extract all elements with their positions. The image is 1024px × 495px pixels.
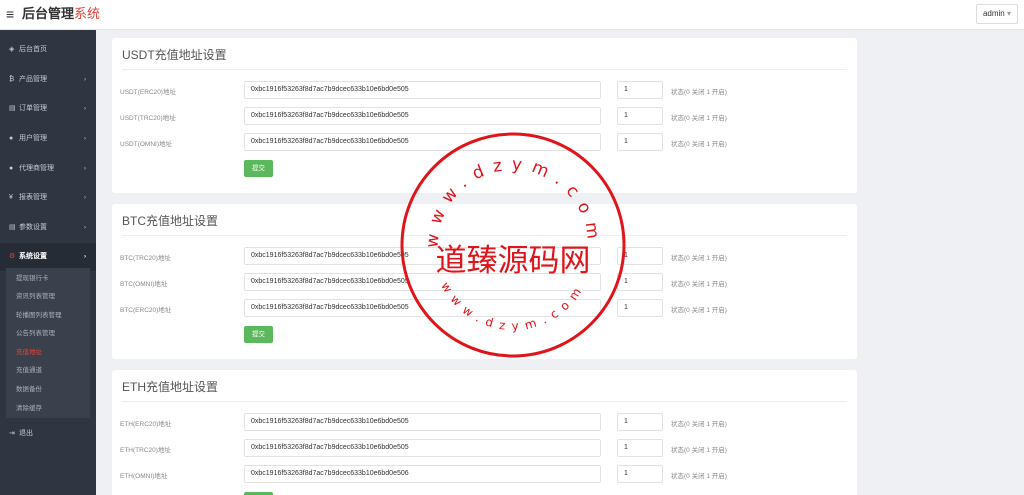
status-input[interactable]: 1 xyxy=(617,299,663,317)
dashboard-icon: ◈ xyxy=(9,46,15,53)
address-input[interactable]: 0xbc1916f53263f8d7ac7b9dcec633b10e6bd0e5… xyxy=(244,273,601,291)
chevron-right-icon: › xyxy=(84,254,86,260)
status-input[interactable]: 1 xyxy=(617,465,663,483)
status-input[interactable]: 1 xyxy=(617,273,663,291)
field-label: BTC(TRC20)地址 xyxy=(120,255,171,262)
copy-icon: ▤ xyxy=(9,224,16,231)
brand-main-text: 后台管理 xyxy=(22,6,75,21)
yen-icon: ¥ xyxy=(9,194,13,201)
user-icon: ● xyxy=(9,135,14,142)
chevron-right-icon: › xyxy=(84,166,86,172)
status-hint: 状态(0 关闭 1 开启) xyxy=(671,141,727,148)
status-hint: 状态(0 关闭 1 开启) xyxy=(671,281,727,288)
sidebar-item-params[interactable]: ▤ 参数设置 › xyxy=(0,214,96,242)
status-hint: 状态(0 关闭 1 开启) xyxy=(671,473,727,480)
status-input[interactable]: 1 xyxy=(617,81,663,99)
sidebar-item-users[interactable]: ● 用户管理 › xyxy=(0,125,96,153)
submit-button[interactable]: 提交 xyxy=(244,160,273,177)
status-hint: 状态(0 关闭 1 开启) xyxy=(671,447,727,454)
address-input[interactable]: 0xbc1916f53263f8d7ac7b9dcec633b10e6bd0e5… xyxy=(244,81,601,99)
field-label: USDT(OMNI)地址 xyxy=(120,141,172,148)
address-input[interactable]: 0xbc1916f53263f8d7ac7b9dcec633b10e6bd0e5… xyxy=(244,107,601,125)
field-label: ETH(ERC20)地址 xyxy=(120,421,172,428)
panel-title: ETH充值地址设置 xyxy=(122,380,219,394)
submenu-item-recharge-channel[interactable]: 充值通道 xyxy=(16,366,42,376)
address-input[interactable]: 0xbc1916f53263f8d7ac7b9dcec633b10e6bd0e5… xyxy=(244,133,601,151)
hamburger-menu-icon[interactable]: ≡ xyxy=(6,6,20,22)
divider xyxy=(122,69,847,70)
usdt-settings-panel: USDT充值地址设置 USDT(ERC20)地址 0xbc1916f53263f… xyxy=(112,38,857,193)
field-label: ETH(OMNI)地址 xyxy=(120,473,168,480)
user-name: admin xyxy=(982,9,1005,18)
divider xyxy=(122,401,847,402)
user-menu-button[interactable]: admin ▾ xyxy=(975,4,1018,24)
sidebar-item-agents[interactable]: ● 代理商管理 › xyxy=(0,155,96,183)
status-hint: 状态(0 关闭 1 开启) xyxy=(671,89,727,96)
sidebar-item-logout[interactable]: ⇥ 退出 xyxy=(0,420,96,448)
address-input[interactable]: 0xbc1916f53263f8d7ac7b9dcec633b10e6bd0e5… xyxy=(244,465,601,483)
system-settings-submenu xyxy=(6,268,90,418)
logout-icon: ⇥ xyxy=(9,430,15,437)
address-input[interactable]: 0xbc1916f53263f8d7ac7b9dcec633b10e6bd0e5… xyxy=(244,413,601,431)
chevron-right-icon: › xyxy=(84,136,86,142)
status-hint: 状态(0 关闭 1 开启) xyxy=(671,307,727,314)
sidebar-item-label: 产品管理 xyxy=(18,76,47,83)
address-input[interactable]: 0xbc1916f53263f8d7ac7b9dcec633b10e6bd0e5… xyxy=(244,299,601,317)
brand-accent-text: 系统 xyxy=(74,6,101,21)
submenu-item-notices[interactable]: 公告列表管理 xyxy=(16,329,55,339)
status-input[interactable]: 1 xyxy=(617,413,663,431)
sidebar-item-orders[interactable]: ▤ 订单管理 › xyxy=(0,95,96,123)
sidebar-item-label: 报表管理 xyxy=(18,194,47,201)
status-hint: 状态(0 关闭 1 开启) xyxy=(671,115,727,122)
top-bar: ≡ 后台管理系统 admin ▾ xyxy=(0,0,1024,30)
submenu-item-backup[interactable]: 数据备份 xyxy=(16,385,42,395)
field-label: USDT(TRC20)地址 xyxy=(120,115,176,122)
cogs-icon: ⚙ xyxy=(9,253,16,260)
address-input[interactable]: 0xbc1916f53263f8d7ac7b9dcec633b10e6bd0e5… xyxy=(244,247,601,265)
sidebar-item-label: 用户管理 xyxy=(18,135,47,142)
sidebar-item-label: 代理商管理 xyxy=(18,165,54,172)
copy-icon: ▤ xyxy=(9,105,16,112)
sidebar-item-system-settings[interactable]: ⚙ 系统设置 › xyxy=(0,243,96,271)
sidebar-item-label: 参数设置 xyxy=(18,224,47,231)
submenu-item-clear-cache[interactable]: 清除缓存 xyxy=(16,404,42,414)
brand-logo: 后台管理系统 xyxy=(22,6,100,22)
sidebar-item-products[interactable]: ₿ 产品管理 › xyxy=(0,66,96,94)
field-label: ETH(TRC20)地址 xyxy=(120,447,171,454)
field-label: BTC(OMNI)地址 xyxy=(120,281,168,288)
eth-settings-panel: ETH充值地址设置 ETH(ERC20)地址 0xbc1916f53263f8d… xyxy=(112,370,857,495)
sidebar-item-reports[interactable]: ¥ 报表管理 › xyxy=(0,184,96,212)
submenu-item-bank-card[interactable]: 提现银行卡 xyxy=(16,274,49,284)
sidebar-item-label: 退出 xyxy=(18,430,33,437)
sidebar-item-label: 系统设置 xyxy=(18,253,47,260)
panel-title: BTC充值地址设置 xyxy=(122,214,219,228)
chevron-right-icon: › xyxy=(84,195,86,201)
status-hint: 状态(0 关闭 1 开启) xyxy=(671,421,727,428)
chevron-right-icon: › xyxy=(84,106,86,112)
status-input[interactable]: 1 xyxy=(617,247,663,265)
status-input[interactable]: 1 xyxy=(617,107,663,125)
chevron-right-icon: › xyxy=(84,225,86,231)
btc-settings-panel: BTC充值地址设置 BTC(TRC20)地址 0xbc1916f53263f8d… xyxy=(112,204,857,359)
submenu-item-news[interactable]: 资讯列表管理 xyxy=(16,292,55,302)
status-hint: 状态(0 关闭 1 开启) xyxy=(671,255,727,262)
submenu-item-carousel[interactable]: 轮播图列表管理 xyxy=(16,311,62,321)
sidebar-item-label: 订单管理 xyxy=(18,105,47,112)
field-label: BTC(ERC20)地址 xyxy=(120,307,172,314)
chevron-down-icon: ▾ xyxy=(1006,9,1011,18)
chevron-right-icon: › xyxy=(84,77,86,83)
status-input[interactable]: 1 xyxy=(617,439,663,457)
status-input[interactable]: 1 xyxy=(617,133,663,151)
divider xyxy=(122,235,847,236)
people-icon: ● xyxy=(9,165,14,172)
bitcoin-icon: ₿ xyxy=(9,76,15,83)
submit-button[interactable]: 提交 xyxy=(244,326,273,343)
sidebar: ◈ 后台首页 ₿ 产品管理 › ▤ 订单管理 › ● 用户管理 › ● 代理商管理 › … xyxy=(0,30,96,495)
panel-title: USDT充值地址设置 xyxy=(122,48,227,62)
sidebar-item-label: 后台首页 xyxy=(18,46,47,53)
address-input[interactable]: 0xbc1916f53263f8d7ac7b9dcec633b10e6bd0e5… xyxy=(244,439,601,457)
field-label: USDT(ERC20)地址 xyxy=(120,89,176,96)
submenu-item-recharge-address[interactable]: 充值地址 xyxy=(16,348,42,358)
sidebar-item-dashboard[interactable]: ◈ 后台首页 xyxy=(0,36,96,64)
